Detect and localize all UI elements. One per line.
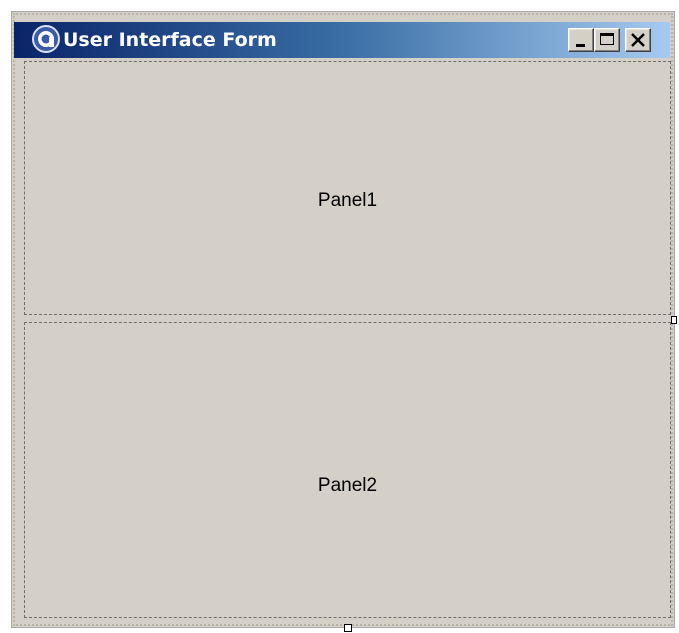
window-title-bar[interactable]: User Interface Form xyxy=(14,22,670,58)
panel-1-label: Panel1 xyxy=(317,190,378,211)
minimize-icon xyxy=(576,44,585,47)
resize-handle-bottom[interactable] xyxy=(344,624,352,632)
resize-handle-right[interactable] xyxy=(671,316,677,324)
app-logo-icon xyxy=(32,25,60,53)
panel-2[interactable]: Panel2 xyxy=(24,322,671,618)
maximize-button[interactable] xyxy=(594,28,620,52)
close-icon xyxy=(631,33,645,47)
panel-2-label: Panel2 xyxy=(317,475,378,496)
window-title: User Interface Form xyxy=(63,29,277,51)
minimize-button[interactable] xyxy=(568,28,594,52)
close-button[interactable] xyxy=(625,28,651,52)
maximize-icon xyxy=(600,33,614,45)
panel-1[interactable]: Panel1 xyxy=(24,61,671,315)
